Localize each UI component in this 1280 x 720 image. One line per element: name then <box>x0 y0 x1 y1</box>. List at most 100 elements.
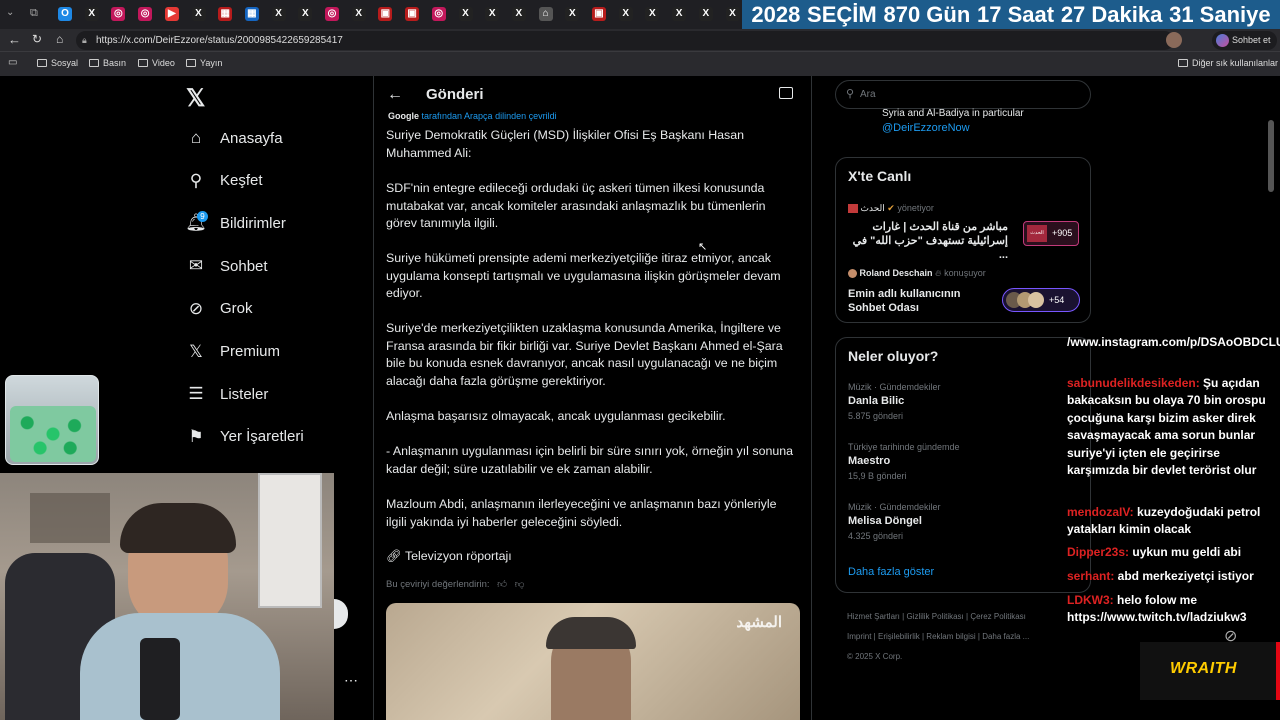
browser-tab[interactable]: ◎ <box>431 7 446 21</box>
space-listeners[interactable]: +54 <box>1002 288 1080 312</box>
sidebar-item-keşfet[interactable]: ⚲ Keşfet <box>186 171 263 191</box>
refresh-icon[interactable]: ↻ <box>32 32 42 46</box>
search-icon: ⚲ <box>189 170 203 190</box>
browser-tab[interactable]: ⌂ <box>538 7 553 21</box>
footer-link[interactable]: Erişilebilirlik <box>878 632 920 641</box>
tab-menu-icon[interactable]: ⌄ <box>6 7 20 21</box>
bookmark-icon: ⚑ <box>188 426 204 446</box>
snippet-handle[interactable]: @DeirEzzoreNow <box>882 122 970 134</box>
footer-link[interactable]: Çerez Politikası <box>970 612 1026 621</box>
translation-source[interactable]: tarafından Arapça dilinden çevrildi <box>422 111 557 121</box>
bookmark-folder-video[interactable]: Video <box>138 58 175 68</box>
browser-tab[interactable]: X <box>298 7 313 21</box>
streamer-hair <box>120 503 236 553</box>
footer-link[interactable]: Daha fazla ... <box>982 632 1029 641</box>
trend-context: Müzik · Gündemdekiler <box>848 502 941 512</box>
sidebar-item-grok[interactable]: ⊘ Grok <box>186 299 253 319</box>
browser-tab[interactable]: ▦ <box>218 7 233 21</box>
trend-context: Müzik · Gündemdekiler <box>848 382 941 392</box>
sidebar-item-yer-i̇şaretleri[interactable]: ⚑ Yer İşaretleri <box>186 426 303 447</box>
back-icon[interactable]: ← <box>8 32 21 47</box>
search-placeholder: Ara <box>860 89 876 100</box>
footer-link[interactable]: Hizmet Şartları <box>847 612 900 621</box>
more-options-icon[interactable]: ⋯ <box>344 672 358 689</box>
link-icon: 🔗︎ <box>386 549 402 563</box>
browser-tab[interactable]: X <box>458 7 473 21</box>
chat-message: mendozaIV: kuzeydoğudaki petrol yataklar… <box>1067 504 1272 539</box>
browser-tab[interactable]: ◎ <box>325 7 339 21</box>
footer-link[interactable]: Reklam bilgisi <box>926 632 975 641</box>
browser-tab[interactable]: X <box>725 7 740 21</box>
browser-tab[interactable]: ▦ <box>244 7 259 21</box>
microphone <box>140 638 180 720</box>
browser-tab[interactable]: O <box>58 7 72 21</box>
folder-icon <box>1178 59 1188 67</box>
bookmarks-bar: ▭ Sosyal Basın Video Yayın Diğer sık kul… <box>0 51 1280 76</box>
bookmark-folder-sosyal[interactable]: Sosyal <box>37 58 78 68</box>
browser-tab[interactable]: X <box>191 7 206 21</box>
browser-tab[interactable]: X <box>698 7 713 21</box>
chat-with-copilot-button[interactable]: Sohbet et <box>1212 31 1277 50</box>
space-title[interactable]: Emin adlı kullanıcının Sohbet Odası <box>848 287 978 315</box>
chat-message: LDKW3: helo folow me https://www.twitch.… <box>1067 592 1272 627</box>
sidebar-item-listeler[interactable]: ☰ Listeler <box>186 384 268 404</box>
live-spaces-card: X'te Canlı الحدث ✔ yönetiyor مباشر من قن… <box>835 157 1091 323</box>
thumbs-up-icon[interactable]: 👍︎ <box>497 579 507 590</box>
footer-link[interactable]: Imprint <box>847 632 871 641</box>
bookmark-folder-basin[interactable]: Basın <box>89 58 126 68</box>
post-video[interactable]: المشهد <box>386 603 800 720</box>
other-bookmarks[interactable]: Diğer sık kullanılanlar <box>1178 58 1278 68</box>
browser-tab[interactable]: X <box>351 7 366 21</box>
browser-tab[interactable]: ◎ <box>138 7 153 21</box>
collections-icon[interactable]: ▭ <box>8 57 17 68</box>
chat-message: serhant: abd merkeziyetçi istiyor <box>1067 568 1272 585</box>
sidebar-item-premium[interactable]: 𝕏 Premium <box>186 342 280 362</box>
browser-tab[interactable]: X <box>645 7 660 21</box>
bookmark-folder-yayin[interactable]: Yayın <box>186 58 222 68</box>
chat-message: Dipper23s: uykun mu geldi abi <box>1067 544 1272 561</box>
chat-username: sabunudelikdesikeden: <box>1067 376 1200 390</box>
folder-icon <box>186 59 196 67</box>
back-arrow-icon[interactable]: ← <box>387 86 403 104</box>
x-logo-icon[interactable]: 𝕏 <box>186 84 205 113</box>
browser-tab[interactable]: X <box>271 7 286 21</box>
folder-icon <box>37 59 47 67</box>
sidebar-item-sohbet[interactable]: ✉ Sohbet <box>186 256 268 276</box>
browser-tab[interactable]: X <box>84 7 99 21</box>
video-watermark: المشهد <box>736 614 782 631</box>
reader-view-icon[interactable] <box>779 87 793 99</box>
url-field[interactable]: 🔒︎ https://x.com/DeirEzzore/status/20009… <box>76 31 1174 50</box>
thumbs-down-icon[interactable]: 👎︎ <box>515 579 525 590</box>
countdown-year: 2028 <box>751 1 801 27</box>
footer-link[interactable]: Gizlilik Politikası <box>906 612 963 621</box>
browser-tab[interactable]: X <box>511 7 526 21</box>
browser-tab[interactable]: X <box>618 7 633 21</box>
browser-tab[interactable]: ▣ <box>378 7 393 21</box>
browser-tab[interactable]: X <box>565 7 580 21</box>
trends-title: Neler oluyor? <box>848 348 939 364</box>
browser-tab[interactable]: ▣ <box>405 7 420 21</box>
tv-interview-link[interactable]: 🔗︎ Televizyon röportajı <box>386 549 512 564</box>
browser-tab[interactable]: X <box>672 7 687 21</box>
browser-tab[interactable]: ◎ <box>111 7 126 21</box>
trend-item[interactable]: Müzik · Gündemdekiler Danla Bilic 5.875 gö… <box>848 382 941 421</box>
workspaces-icon[interactable]: ⧉ <box>30 7 44 21</box>
trend-item[interactable]: Türkiye tarihinde gündemde Maestro 15,9 B … <box>848 442 960 481</box>
browser-tab[interactable]: ▶ <box>164 7 179 21</box>
sidebar-item-anasayfa[interactable]: ⌂ Anasayfa <box>186 128 283 148</box>
trend-item[interactable]: Müzik · Gündemdekiler Melisa Döngel 4.325 … <box>848 502 941 541</box>
search-input[interactable]: ⚲ Ara <box>835 80 1091 109</box>
scroll-side-tab[interactable] <box>334 599 348 629</box>
trend-posts: 15,9 B gönderi <box>848 471 907 481</box>
space-title[interactable]: مباشر من قناة الحدث | غارات إسرائيلية تس… <box>848 220 1008 262</box>
browser-tab[interactable]: X <box>485 7 500 21</box>
chat-text: uykun mu geldi abi <box>1129 545 1242 559</box>
page-scrollbar-thumb[interactable] <box>1268 120 1274 192</box>
browser-tab[interactable]: ▣ <box>592 7 606 21</box>
profile-avatar[interactable] <box>1166 32 1182 48</box>
election-countdown-banner: 2028 SEÇİM 870 Gün 17 Saat 27 Dakika 31 … <box>742 0 1280 29</box>
show-more-link[interactable]: Daha fazla göster <box>848 566 934 578</box>
space-listeners[interactable]: الحدث +905 <box>1023 221 1079 246</box>
home-icon[interactable]: ⌂ <box>56 32 63 46</box>
search-icon: ⚲ <box>846 88 855 100</box>
